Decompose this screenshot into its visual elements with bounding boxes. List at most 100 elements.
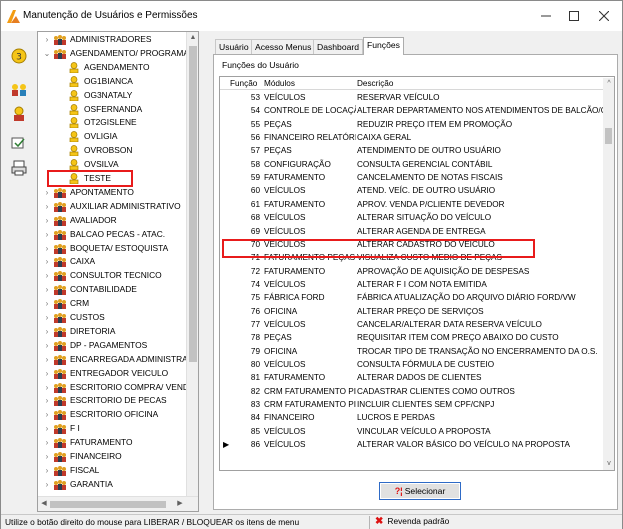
- chevron-right-icon[interactable]: ›: [42, 242, 52, 255]
- tree-item[interactable]: OT2GISLENE: [38, 116, 186, 129]
- table-row[interactable]: 54 CONTROLE DE LOCAÇÃO ALTERAR DEPARTAMENT…: [220, 104, 603, 117]
- chevron-right-icon[interactable]: ›: [42, 381, 52, 394]
- chevron-right-icon[interactable]: ›: [42, 408, 52, 421]
- chevron-right-icon[interactable]: ›: [42, 436, 52, 449]
- chevron-right-icon[interactable]: ›: [42, 269, 52, 282]
- table-row[interactable]: 55 PEÇAS REDUZIR PREÇO ITEM EM PROMOÇÃO: [220, 118, 603, 131]
- table-row[interactable]: 68 VEÍCULOS ALTERAR SITUAÇÃO DO VEÍCULO: [220, 211, 603, 224]
- grid-vertical-scrollbar[interactable]: ^ v: [603, 78, 614, 470]
- header-funcao[interactable]: Função: [230, 77, 257, 90]
- close-button[interactable]: [590, 6, 618, 26]
- chevron-right-icon[interactable]: ›: [42, 186, 52, 199]
- tree-item[interactable]: OG1BIANCA: [38, 75, 186, 88]
- chevron-right-icon[interactable]: ›: [42, 353, 52, 366]
- tree-item[interactable]: › GARANTIA: [38, 478, 186, 491]
- table-row[interactable]: 76 OFICINA ALTERAR PREÇO DE SERVIÇOS: [220, 305, 603, 318]
- chevron-right-icon[interactable]: ›: [42, 478, 52, 491]
- tree-item[interactable]: OSFERNANDA: [38, 103, 186, 116]
- table-row[interactable]: 83 CRM FATURAMENTO PI INCLUIR CLIENTES SEM…: [220, 398, 603, 411]
- chevron-right-icon[interactable]: ›: [42, 214, 52, 227]
- table-row[interactable]: 69 VEÍCULOS ALTERAR AGENDA DE ENTREGA: [220, 225, 603, 238]
- select-button[interactable]: ?¦ Selecionar: [379, 482, 461, 500]
- table-row[interactable]: 57 PEÇAS ATENDIMENTO DE OUTRO USUÁRIO: [220, 144, 603, 157]
- chevron-down-icon[interactable]: ⌄: [42, 47, 52, 60]
- tree-item[interactable]: › CONSULTOR TECNICO: [38, 269, 186, 282]
- chevron-right-icon[interactable]: ›: [42, 33, 52, 46]
- tree-hscroll-thumb[interactable]: [50, 501, 166, 508]
- tree-item[interactable]: › CRM: [38, 297, 186, 310]
- user-group-tree[interactable]: › ADMINISTRADORES ⌄ AGENDAMENTO/ PROGRAMAD A…: [37, 31, 199, 512]
- tab-funcoes[interactable]: Funções: [363, 37, 404, 55]
- scroll-right-icon[interactable]: ▶: [174, 498, 186, 510]
- table-row[interactable]: 85 VEÍCULOS VINCULAR VEÍCULO A PROPOSTA: [220, 425, 603, 438]
- chevron-right-icon[interactable]: ›: [42, 464, 52, 477]
- tree-item[interactable]: ⌄ AGENDAMENTO/ PROGRAMAD: [38, 47, 195, 60]
- tab-acesso-menus[interactable]: Acesso Menus: [251, 39, 316, 54]
- tree-item[interactable]: › CAIXA: [38, 255, 186, 268]
- table-row[interactable]: 75 FÁBRICA FORD FÁBRICA ATUALIZAÇÃO DO ARQ…: [220, 291, 603, 304]
- tree-item[interactable]: › ENTREGADOR VEICULO: [38, 367, 186, 380]
- chevron-right-icon[interactable]: ›: [42, 394, 52, 407]
- grid-scroll-down-icon[interactable]: v: [603, 458, 614, 470]
- tree-vertical-scrollbar[interactable]: ▲: [186, 32, 198, 496]
- tree-item[interactable]: › ADMINISTRADORES: [38, 33, 186, 46]
- tree-item[interactable]: › FATURAMENTO: [38, 436, 186, 449]
- tree-item[interactable]: › CUSTOS: [38, 311, 186, 324]
- chevron-right-icon[interactable]: ›: [42, 297, 52, 310]
- tree-item[interactable]: OG3NATALY: [38, 89, 186, 102]
- print-icon[interactable]: [10, 159, 28, 177]
- tree-item[interactable]: › ENCARREGADA ADMINISTRAT: [38, 353, 192, 366]
- table-row[interactable]: 81 FATURAMENTO ALTERAR DADOS DE CLIENTES: [220, 371, 603, 384]
- table-row[interactable]: 58 CONFIGURAÇÃO CONSULTA GERENCIAL CONTÁBI…: [220, 158, 603, 171]
- tree-item[interactable]: › DP - PAGAMENTOS: [38, 339, 186, 352]
- header-modulos[interactable]: Módulos: [264, 77, 295, 90]
- tree-item[interactable]: › BOQUETA/ ESTOQUISTA: [38, 242, 186, 255]
- table-row[interactable]: 60 VEÍCULOS ATEND. VEÍC. DE OUTRO USUÁRIO: [220, 184, 603, 197]
- chevron-right-icon[interactable]: ›: [42, 283, 52, 296]
- tree-item[interactable]: › CONTABILIDADE: [38, 283, 186, 296]
- table-row[interactable]: 84 FINANCEIRO LUCROS E PERDAS: [220, 411, 603, 424]
- table-row[interactable]: 61 FATURAMENTO APROV. VENDA P/CLIENTE DEVE…: [220, 198, 603, 211]
- tree-scroll-thumb[interactable]: [189, 46, 197, 362]
- users-group-icon[interactable]: [10, 81, 28, 99]
- grid-scroll-thumb[interactable]: [605, 128, 612, 144]
- chevron-right-icon[interactable]: ›: [42, 422, 52, 435]
- tree-item[interactable]: OVLIGIA: [38, 130, 186, 143]
- chevron-right-icon[interactable]: ›: [42, 339, 52, 352]
- maximize-button[interactable]: [560, 6, 588, 26]
- tree-horizontal-scrollbar[interactable]: ◀ ▶: [38, 496, 198, 511]
- tree-item[interactable]: › BALCAO PECAS - ATAC.: [38, 228, 186, 241]
- tree-item[interactable]: › ESCRITORIO OFICINA: [38, 408, 186, 421]
- tree-item[interactable]: › DIRETORIA: [38, 325, 186, 338]
- tree-item[interactable]: AGENDAMENTO: [38, 61, 186, 74]
- chevron-right-icon[interactable]: ›: [42, 200, 52, 213]
- table-row[interactable]: 53 VEÍCULOS RESERVAR VEÍCULO: [220, 91, 603, 104]
- table-row[interactable]: 77 VEÍCULOS CANCELAR/ALTERAR DATA RESERVA …: [220, 318, 603, 331]
- grid-scroll-up-icon[interactable]: ^: [603, 78, 614, 90]
- table-row[interactable]: 59 FATURAMENTO CANCELAMENTO DE NOTAS FISCA…: [220, 171, 603, 184]
- exit-icon[interactable]: 3: [10, 47, 28, 65]
- tree-item[interactable]: › FISCAL: [38, 464, 186, 477]
- tree-item[interactable]: OVROBSON: [38, 144, 186, 157]
- scroll-up-icon[interactable]: ▲: [187, 32, 198, 44]
- chevron-right-icon[interactable]: ›: [42, 367, 52, 380]
- tree-item[interactable]: › FINANCEIRO: [38, 450, 186, 463]
- user-add-icon[interactable]: [10, 105, 28, 123]
- tree-item[interactable]: › AVALIADOR: [38, 214, 186, 227]
- tab-dashboard[interactable]: Dashboard: [313, 39, 364, 54]
- table-row[interactable]: 78 PEÇAS REQUISITAR ITEM COM PREÇO ABAIXO …: [220, 331, 603, 344]
- tree-item[interactable]: › ESCRITORIO DE PECAS: [38, 394, 186, 407]
- tab-usuario[interactable]: Usuário: [215, 39, 253, 54]
- table-row[interactable]: 56 FINANCEIRO RELATÓRIOSCAIXA GERAL: [220, 131, 603, 144]
- copy-permissions-icon[interactable]: [10, 134, 28, 152]
- chevron-right-icon[interactable]: ›: [42, 255, 52, 268]
- tree-item[interactable]: › AUXILIAR ADMINISTRATIVO: [38, 200, 186, 213]
- table-row[interactable]: ▶ 86 VEÍCULOS ALTERAR VALOR BÁSICO DO VEÍCU…: [220, 438, 603, 451]
- table-row[interactable]: 79 OFICINA TROCAR TIPO DE TRANSAÇÃO NO ENC…: [220, 345, 603, 358]
- header-descricao[interactable]: Descrição: [357, 77, 393, 90]
- chevron-right-icon[interactable]: ›: [42, 228, 52, 241]
- tree-item[interactable]: › ESCRITORIO COMPRA/ VENDA: [38, 381, 195, 394]
- minimize-button[interactable]: [532, 6, 560, 26]
- functions-grid[interactable]: Função Módulos Descrição 53 VEÍCULOS RESER…: [219, 76, 615, 471]
- table-row[interactable]: 82 CRM FATURAMENTO PI CADASTRAR CLIENTES C…: [220, 385, 603, 398]
